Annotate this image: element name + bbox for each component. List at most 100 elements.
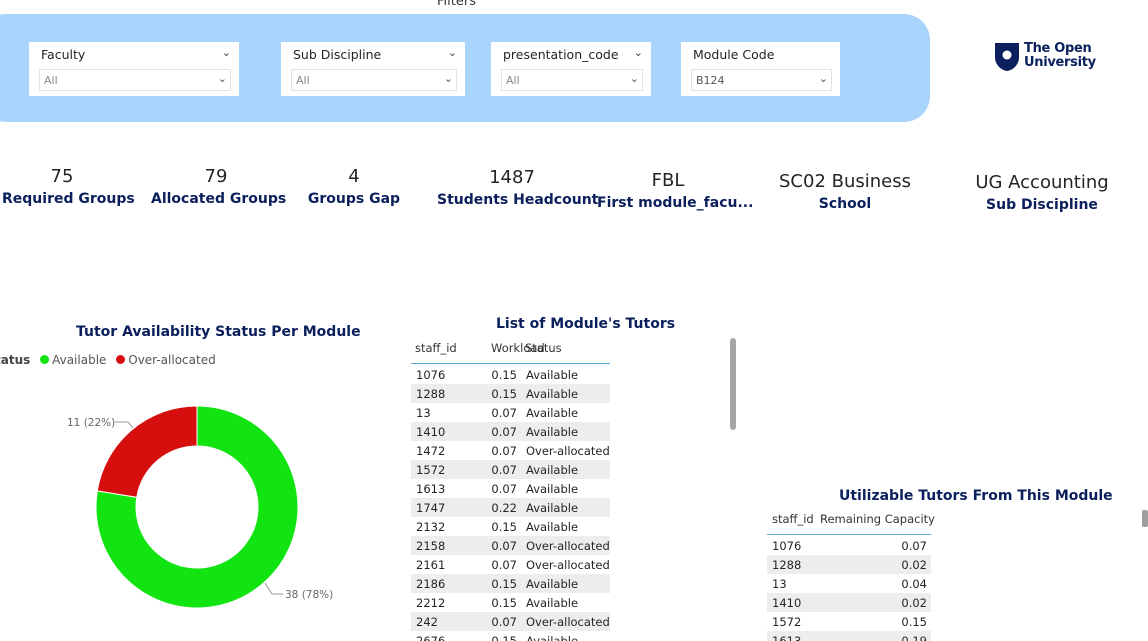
column-header-status[interactable]: Status (525, 341, 562, 355)
cell-staff-id: 1288 (772, 558, 802, 572)
cell-status: Available (526, 520, 579, 534)
cell-status: Available (526, 596, 579, 610)
tutors-table[interactable]: staff_id Workload Status 1076 0.15 Availab… (411, 341, 611, 641)
page-scrollbar[interactable] (1142, 510, 1148, 527)
cell-status: Available (526, 425, 579, 439)
chevron-down-icon[interactable]: ⌄ (218, 72, 227, 85)
table-row[interactable]: 2212 0.15 Available (411, 593, 610, 612)
slicer-value: All (44, 74, 58, 87)
cell-workload: 0.15 (491, 368, 517, 382)
cell-workload: 0.22 (491, 501, 517, 515)
cell-staff-id: 1572 (772, 615, 802, 629)
sub-discipline-dropdown[interactable]: All ⌄ (291, 69, 457, 91)
module-code-slicer[interactable]: Module Code B124 ⌄ (681, 42, 840, 96)
faculty-slicer[interactable]: Faculty ⌄ All ⌄ (29, 42, 239, 96)
cell-workload: 0.15 (491, 634, 517, 641)
table-row[interactable]: 2132 0.15 Available (411, 517, 610, 536)
cell-remaining-capacity: 0.19 (901, 634, 927, 641)
table-row[interactable]: 1410 0.02 (767, 593, 931, 612)
table-row[interactable]: 242 0.07 Over-allocated (411, 612, 610, 631)
presentation-code-slicer[interactable]: presentation_code ⌄ All ⌄ (491, 42, 651, 96)
utilizable-table-title: Utilizable Tutors From This Module (839, 488, 1113, 504)
module-code-dropdown[interactable]: B124 ⌄ (691, 69, 832, 91)
cell-staff-id: 13 (772, 577, 787, 591)
presentation-code-dropdown[interactable]: All ⌄ (501, 69, 643, 91)
donut-chart: 11 (22%) 38 (78%) (67, 405, 333, 609)
kpi-label: First module_facu... (597, 195, 754, 211)
cell-status: Available (526, 482, 579, 496)
kpi-value: 79 (204, 166, 228, 187)
column-header-remaining-capacity[interactable]: Remaining Capacity (820, 512, 935, 526)
chevron-down-icon[interactable]: ⌄ (222, 46, 231, 59)
slicer-label: presentation_code (503, 47, 619, 62)
tutors-table-scrollbar[interactable] (730, 338, 736, 430)
kpi-label: Sub Discipline (986, 197, 1098, 213)
table-row[interactable]: 1613 0.07 Available (411, 479, 610, 498)
chevron-down-icon[interactable]: ⌄ (444, 72, 453, 85)
chevron-down-icon[interactable]: ⌄ (819, 72, 828, 85)
table-row[interactable]: 13 0.07 Available (411, 403, 610, 422)
cell-status: Over-allocated (526, 444, 610, 458)
header-divider (767, 534, 931, 535)
utilizable-tutors-table[interactable]: staff_id Remaining Capacity 1076 0.07 1288… (767, 512, 937, 641)
kpi-first-module-faculty: FBL First module_facu... (597, 170, 754, 211)
legend-item-available[interactable]: Available (52, 353, 106, 367)
table-row[interactable]: 2161 0.07 Over-allocated (411, 555, 610, 574)
chevron-down-icon[interactable]: ⌄ (630, 72, 639, 85)
sub-discipline-slicer[interactable]: Sub Discipline ⌄ All ⌄ (281, 42, 465, 96)
faculty-dropdown[interactable]: All ⌄ (39, 69, 231, 91)
tutors-table-title: List of Module's Tutors (496, 316, 676, 332)
cell-status: Over-allocated (526, 615, 610, 629)
open-university-logo: The Open University (994, 42, 1096, 74)
header-divider (411, 363, 610, 364)
cell-workload: 0.07 (491, 539, 517, 553)
cell-status: Available (526, 634, 579, 641)
shield-logo-icon (995, 43, 1019, 71)
table-row[interactable]: 13 0.04 (767, 574, 931, 593)
table-row[interactable]: 1288 0.15 Available (411, 384, 610, 403)
legend-dot-available (40, 355, 50, 364)
kpi-label: School (818, 196, 872, 212)
kpi-label: Required Groups (2, 191, 135, 207)
filters-title: Filters (437, 0, 476, 9)
table-row[interactable]: 2676 0.15 Available (411, 631, 610, 641)
table-row[interactable]: 1613 0.19 (767, 631, 931, 641)
kpi-school: SC02 Business School (770, 171, 920, 212)
cell-staff-id: 1410 (772, 596, 802, 610)
chevron-down-icon[interactable]: ⌄ (634, 46, 643, 59)
slicer-label: Sub Discipline (293, 47, 382, 62)
column-header-staff-id[interactable]: staff_id (415, 341, 457, 355)
table-row[interactable]: 1288 0.02 (767, 555, 931, 574)
slicer-value: B124 (696, 74, 725, 87)
table-row[interactable]: 1410 0.07 Available (411, 422, 610, 441)
kpi-groups-gap: 4 Groups Gap (304, 166, 404, 207)
chevron-down-icon[interactable]: ⌄ (448, 46, 457, 59)
table-row[interactable]: 1472 0.07 Over-allocated (411, 441, 610, 460)
cell-workload: 0.07 (491, 615, 517, 629)
table-row[interactable]: 2186 0.15 Available (411, 574, 610, 593)
cell-staff-id: 1076 (772, 539, 802, 553)
cell-staff-id: 1613 (772, 634, 802, 641)
kpi-sub-discipline: UG Accounting Sub Discipline (966, 172, 1118, 213)
legend-title: tatus (0, 353, 31, 367)
table-row[interactable]: 1076 0.15 Available (411, 365, 610, 384)
cell-workload: 0.07 (491, 425, 517, 439)
table-row[interactable]: 1747 0.22 Available (411, 498, 610, 517)
table-row[interactable]: 2158 0.07 Over-allocated (411, 536, 610, 555)
table-row[interactable]: 1572 0.15 (767, 612, 931, 631)
cell-workload: 0.07 (491, 482, 517, 496)
cell-status: Available (526, 406, 579, 420)
cell-workload: 0.07 (491, 463, 517, 477)
cell-workload: 0.07 (491, 406, 517, 420)
legend-item-over-allocated[interactable]: Over-allocated (128, 353, 215, 367)
table-row[interactable]: 1572 0.07 Available (411, 460, 610, 479)
cell-workload: 0.07 (491, 558, 517, 572)
kpi-value: 75 (50, 166, 74, 187)
table-row[interactable]: 1076 0.07 (767, 536, 931, 555)
data-label-available: 38 (78%) (285, 589, 333, 601)
cell-status: Available (526, 368, 579, 382)
legend-dot-over-allocated (116, 355, 126, 364)
column-header-staff-id[interactable]: staff_id (772, 512, 814, 526)
cell-status: Over-allocated (526, 539, 610, 553)
cell-remaining-capacity: 0.15 (901, 615, 927, 629)
